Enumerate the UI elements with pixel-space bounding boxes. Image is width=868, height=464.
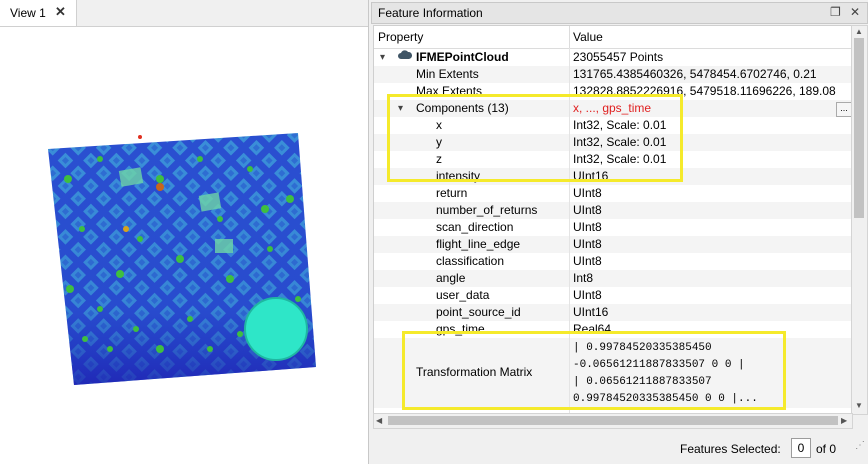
property-name: IFMEPointCloud: [416, 50, 509, 64]
close-icon[interactable]: ✕: [850, 5, 860, 19]
property-value: UInt16: [573, 169, 609, 183]
table-row[interactable]: ▾ Components (13) x, ..., gps_time ...: [374, 100, 852, 117]
matrix-value: | 0.99784520335385450 -0.065612118878335…: [573, 340, 758, 408]
table-row[interactable]: return UInt8: [374, 185, 852, 202]
property-value: Int32, Scale: 0.01: [573, 152, 667, 166]
property-name: flight_line_edge: [436, 237, 521, 251]
property-name: point_source_id: [436, 305, 521, 319]
table-header: Property Value: [374, 26, 852, 49]
chevron-down-icon[interactable]: ▾: [380, 49, 385, 66]
chevron-down-icon[interactable]: ▾: [398, 100, 403, 117]
property-value: UInt8: [573, 203, 602, 217]
selected-count-field[interactable]: 0: [791, 438, 811, 458]
scrollbar-thumb[interactable]: [388, 416, 838, 425]
property-value: UInt8: [573, 254, 602, 268]
feature-information-panel: Feature Information ❐ ✕ Property Value ▾…: [371, 0, 868, 464]
scroll-right-icon[interactable]: ▶: [841, 416, 847, 425]
property-value: Int8: [573, 271, 594, 285]
tab-label: View 1: [10, 6, 46, 20]
table-row[interactable]: intensity UInt16: [374, 168, 852, 185]
property-name: Min Extents: [416, 67, 479, 81]
table-row[interactable]: flight_line_edge UInt8: [374, 236, 852, 253]
column-header-property[interactable]: Property: [378, 30, 423, 44]
view-canvas[interactable]: [0, 27, 368, 464]
scroll-left-icon[interactable]: ◀: [376, 416, 382, 425]
status-footer: Features Selected: 0 of 0 ⋰: [371, 432, 868, 464]
property-name: classification: [436, 254, 505, 268]
total-count-text: of 0: [816, 442, 837, 456]
scroll-down-icon[interactable]: ▼: [855, 401, 863, 410]
horizontal-scrollbar[interactable]: ◀ ▶: [373, 413, 853, 429]
table-row[interactable]: point_source_id UInt16: [374, 304, 852, 321]
property-name: angle: [436, 271, 466, 285]
property-name: gps_time: [436, 322, 485, 336]
property-value: UInt16: [573, 305, 609, 319]
table-row[interactable]: x Int32, Scale: 0.01: [374, 117, 852, 134]
cloud-icon: [398, 49, 413, 66]
table-row[interactable]: Min Extents 131765.4385460326, 5478454.6…: [374, 66, 852, 83]
table-row[interactable]: z Int32, Scale: 0.01: [374, 151, 852, 168]
panel-title: Feature Information: [378, 6, 483, 20]
property-name: scan_direction: [436, 220, 514, 234]
vertical-scrollbar[interactable]: ▲ ▼: [851, 25, 868, 415]
property-value: 132828.8852226916, 5479518.11696226, 189…: [573, 84, 836, 98]
close-icon[interactable]: ✕: [55, 4, 66, 20]
table-row[interactable]: y Int32, Scale: 0.01: [374, 134, 852, 151]
table-row[interactable]: Max Extents 132828.8852226916, 5479518.1…: [374, 83, 852, 100]
scroll-up-icon[interactable]: ▲: [855, 27, 863, 36]
property-name: z: [436, 152, 442, 166]
matrix-line: | 0.99784520335385450: [573, 342, 712, 354]
property-name: Transformation Matrix: [416, 365, 533, 379]
property-name: return: [436, 186, 468, 200]
table-row[interactable]: Transformation Matrix | 0.99784520335385…: [374, 338, 852, 408]
table-row[interactable]: scan_direction UInt8: [374, 219, 852, 236]
matrix-line: -0.06561211887833507 0 0 |: [573, 359, 745, 371]
table-row[interactable]: gps_time Real64: [374, 321, 852, 338]
tab-view-1[interactable]: View 1 ✕: [0, 0, 77, 26]
property-value: 131765.4385460326, 5478454.6702746, 0.21: [573, 67, 817, 81]
property-value: UInt8: [573, 288, 602, 302]
ellipsis-button[interactable]: ...: [836, 102, 852, 117]
property-value: Int32, Scale: 0.01: [573, 135, 667, 149]
table-row[interactable]: number_of_returns UInt8: [374, 202, 852, 219]
property-name: number_of_returns: [436, 203, 538, 217]
feature-table: Property Value ▾ IFMEPointCloud 23055457…: [373, 25, 853, 415]
property-value: UInt8: [573, 237, 602, 251]
property-name: intensity: [436, 169, 481, 183]
matrix-line: 0.99784520335385450 0 0 |...: [573, 393, 758, 405]
view-panel: View 1 ✕: [0, 0, 369, 464]
table-row[interactable]: ▾ IFMEPointCloud 23055457 Points: [374, 49, 852, 66]
float-icon[interactable]: ❐: [830, 5, 841, 19]
point-cloud-render: [48, 133, 316, 385]
property-value: Real64: [573, 322, 612, 336]
property-name: Components (13): [416, 101, 509, 115]
property-name: user_data: [436, 288, 490, 302]
scrollbar-thumb[interactable]: [854, 38, 864, 218]
panel-title-bar: Feature Information ❐ ✕: [371, 2, 868, 24]
column-divider: [569, 48, 570, 414]
property-name: x: [436, 118, 442, 132]
matrix-line: | 0.06561211887833507: [573, 376, 712, 388]
property-value: UInt8: [573, 186, 602, 200]
resize-grip-icon[interactable]: ⋰: [855, 440, 865, 451]
property-value: x, ..., gps_time: [573, 101, 652, 115]
table-row[interactable]: angle Int8: [374, 270, 852, 287]
property-value: 23055457 Points: [573, 50, 664, 64]
property-name: y: [436, 135, 442, 149]
view-tab-bar: View 1 ✕: [0, 0, 368, 27]
table-row[interactable]: classification UInt8: [374, 253, 852, 270]
table-row[interactable]: user_data UInt8: [374, 287, 852, 304]
column-header-value[interactable]: Value: [573, 30, 603, 44]
property-name: Max Extents: [416, 84, 483, 98]
features-selected-label: Features Selected:: [680, 442, 781, 456]
property-value: Int32, Scale: 0.01: [573, 118, 667, 132]
property-value: UInt8: [573, 220, 602, 234]
